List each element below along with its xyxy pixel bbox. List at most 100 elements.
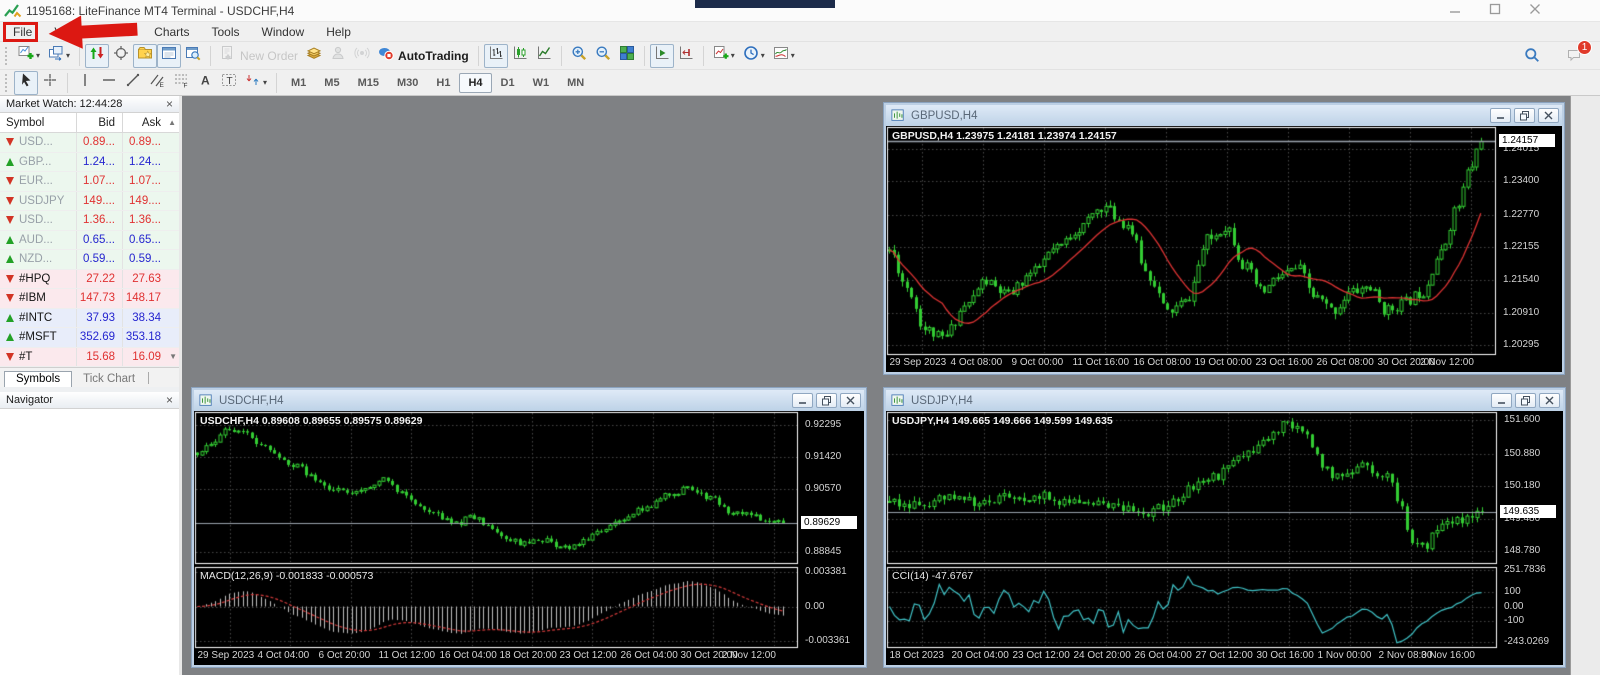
market-watch-row-msft[interactable]: #MSFT352.69353.18: [0, 328, 179, 348]
toolbar-grip[interactable]: [5, 74, 10, 92]
chart-minimize-button[interactable]: [792, 393, 813, 408]
chart-close-button[interactable]: [1538, 108, 1559, 123]
chart-close-button[interactable]: [1539, 393, 1560, 408]
market-watch-titlebar: Market Watch: 12:44:28 ×: [0, 96, 179, 113]
trend-line-button[interactable]: [121, 71, 145, 95]
column-header-bid[interactable]: Bid: [76, 113, 122, 132]
add-indicator-dropdown-caret[interactable]: ▾: [731, 51, 735, 60]
indicator-tick: 100: [1504, 586, 1521, 597]
timeframe-m30-button[interactable]: M30: [388, 73, 427, 93]
equidistant-channel-button[interactable]: E: [145, 71, 169, 95]
market-watch-row-gbp[interactable]: GBP...1.24...1.24...: [0, 153, 179, 173]
text-label-button[interactable]: T: [217, 71, 241, 95]
toolbar-separator: [276, 73, 277, 93]
tile-windows-button[interactable]: [615, 44, 639, 68]
news-button[interactable]: [350, 44, 374, 68]
timeframe-d1-button[interactable]: D1: [492, 73, 524, 93]
timeframe-m5-button[interactable]: M5: [315, 73, 348, 93]
terminal-button[interactable]: [157, 44, 181, 68]
market-watch-row-hpq[interactable]: #HPQ27.2227.63: [0, 270, 179, 290]
market-watch-row-usd[interactable]: USD...1.36...1.36...: [0, 211, 179, 231]
navigator-close-icon[interactable]: ×: [166, 395, 173, 405]
chart-close-button[interactable]: [840, 393, 861, 408]
toolbar-grip[interactable]: [5, 47, 10, 65]
column-header-ask[interactable]: Ask: [122, 113, 168, 132]
timeframe-h1-button[interactable]: H1: [427, 73, 459, 93]
bid-value: 15.68: [76, 348, 122, 367]
maximize-window-button[interactable]: [1488, 2, 1502, 16]
new-chart-button[interactable]: ▾: [14, 44, 44, 68]
fibonacci-button[interactable]: F: [169, 71, 193, 95]
menu-item-window[interactable]: Window: [251, 23, 316, 41]
text-button[interactable]: A: [193, 71, 217, 95]
chart-titlebar-usdjpy[interactable]: USDJPY,H4: [886, 390, 1563, 411]
market-watch-row-eur[interactable]: EUR...1.07...1.07...: [0, 172, 179, 192]
line-chart-button[interactable]: [532, 44, 556, 68]
scroll-up-icon[interactable]: ▲: [168, 118, 176, 127]
chart-area-usdjpy[interactable]: USDJPY,H4 149.665 149.666 149.599 149.63…: [886, 411, 1563, 665]
scroll-down-icon[interactable]: ▼: [169, 352, 177, 361]
profiles-dropdown-caret[interactable]: ▾: [66, 51, 70, 60]
chart-restore-button[interactable]: [1514, 108, 1535, 123]
market-watch-row-ibm[interactable]: #IBM147.73148.17: [0, 289, 179, 309]
cursor-button[interactable]: [14, 71, 38, 95]
chart-minimize-button[interactable]: [1490, 108, 1511, 123]
new-order-button[interactable]: New Order: [216, 44, 302, 68]
menu-item-help[interactable]: Help: [315, 23, 362, 41]
arrows-dropdown-caret[interactable]: ▾: [263, 78, 267, 87]
chart-area-gbpusd[interactable]: GBPUSD,H4 1.23975 1.24181 1.23974 1.2415…: [886, 126, 1562, 372]
timeframe-w1-button[interactable]: W1: [524, 73, 559, 93]
periods-dropdown-caret[interactable]: ▾: [761, 51, 765, 60]
market-watch-row-intc[interactable]: #INTC37.9338.34: [0, 309, 179, 329]
market-watch-row-t[interactable]: #T15.6816.09▼: [0, 348, 179, 368]
candlestick-chart-button[interactable]: [508, 44, 532, 68]
close-window-button[interactable]: [1528, 2, 1542, 16]
templates-button[interactable]: ▾: [769, 44, 799, 68]
market-watch-row-aud[interactable]: AUD...0.65...0.65...: [0, 231, 179, 251]
zoom-in-button[interactable]: [567, 44, 591, 68]
tab-symbols[interactable]: Symbols: [4, 371, 72, 388]
arrows-button[interactable]: ▾: [241, 71, 271, 95]
bars-chart-button[interactable]: [484, 44, 508, 68]
market-watch-close-icon[interactable]: ×: [166, 99, 173, 109]
autotrading-button[interactable]: AutoTrading: [374, 44, 473, 68]
add-indicator-button[interactable]: ▾: [709, 44, 739, 68]
timeframe-m1-button[interactable]: M1: [282, 73, 315, 93]
metaeditor-button[interactable]: [326, 44, 350, 68]
chart-area-usdchf[interactable]: USDCHF,H4 0.89608 0.89655 0.89575 0.8962…: [194, 411, 864, 665]
chart-restore-button[interactable]: [816, 393, 837, 408]
menu-item-tools[interactable]: Tools: [201, 23, 251, 41]
new-chart-dropdown-caret[interactable]: ▾: [36, 51, 40, 60]
expert-advisors-button[interactable]: [302, 44, 326, 68]
market-watch-header: SymbolBidAsk▲: [0, 113, 179, 133]
search-icon[interactable]: [1522, 45, 1542, 65]
chart-restore-button[interactable]: [1515, 393, 1536, 408]
auto-scroll-button[interactable]: [650, 44, 674, 68]
notifications-icon[interactable]: 1: [1564, 45, 1584, 65]
market-watch-row-usd[interactable]: USD...0.89...0.89...: [0, 133, 179, 153]
crosshair-button[interactable]: [38, 71, 62, 95]
chart-minimize-button[interactable]: [1491, 393, 1512, 408]
timeframe-mn-button[interactable]: MN: [558, 73, 593, 93]
chart-titlebar-gbpusd[interactable]: GBPUSD,H4: [886, 105, 1562, 126]
arrow-down-icon: [6, 197, 14, 205]
toolbar-separator: [478, 46, 479, 66]
time-tick: 1 Nov 00:00: [1318, 650, 1372, 661]
minimize-window-button[interactable]: [1448, 2, 1462, 16]
timeframe-h4-button[interactable]: H4: [459, 73, 491, 93]
chart-shift-button[interactable]: [674, 44, 698, 68]
market-watch-row-nzd[interactable]: NZD...0.59...0.59...: [0, 250, 179, 270]
chart-titlebar-usdchf[interactable]: USDCHF,H4: [194, 390, 864, 411]
templates-dropdown-caret[interactable]: ▾: [791, 51, 795, 60]
vertical-line-button[interactable]: [73, 71, 97, 95]
market-watch-row-usdjpy[interactable]: USDJPY149....149....: [0, 192, 179, 212]
tab-tick-chart[interactable]: Tick Chart: [72, 372, 146, 387]
timeframe-m15-button[interactable]: M15: [349, 73, 388, 93]
navigator-content[interactable]: [0, 409, 179, 675]
menu-item-charts[interactable]: Charts: [143, 23, 200, 41]
horizontal-line-button[interactable]: [97, 71, 121, 95]
column-header-symbol[interactable]: Symbol: [0, 117, 76, 129]
zoom-out-button[interactable]: [591, 44, 615, 68]
periods-button[interactable]: ▾: [739, 44, 769, 68]
strategy-tester-button[interactable]: [181, 44, 205, 68]
